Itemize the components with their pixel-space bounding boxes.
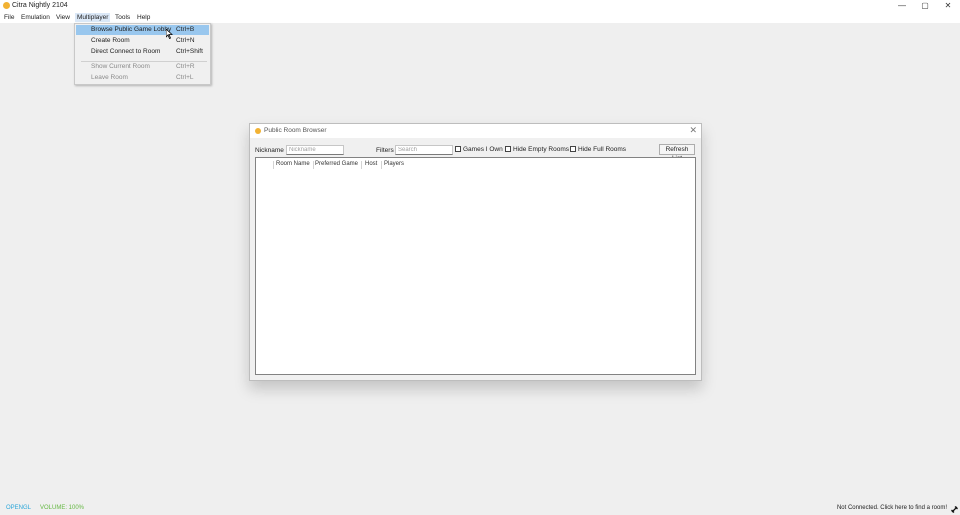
status-bar: OPENGL VOLUME: 100% Not Connected. Click… — [0, 503, 960, 515]
column-separator — [313, 161, 314, 169]
menu-leave-room[interactable]: Leave Room Ctrl+L — [76, 73, 209, 83]
column-separator — [381, 161, 382, 169]
menu-file[interactable]: File — [2, 13, 16, 22]
hide-empty-rooms-checkbox[interactable]: Hide Empty Rooms — [505, 145, 569, 155]
checkbox-label: Games I Own — [463, 146, 503, 153]
menu-direct-connect[interactable]: Direct Connect to Room Ctrl+Shift — [76, 47, 209, 57]
menu-item-label: Leave Room — [91, 74, 128, 81]
window-titlebar: Citra Nightly 2104 — ▢ ✕ — [0, 0, 960, 12]
column-header-players[interactable]: Players — [384, 160, 404, 169]
menubar: File Emulation View Multiplayer Tools He… — [0, 12, 960, 23]
menu-show-current-room[interactable]: Show Current Room Ctrl+R — [76, 62, 209, 72]
checkbox-label: Hide Full Rooms — [578, 146, 627, 153]
nickname-label: Nickname — [255, 147, 284, 154]
checkbox-label: Hide Empty Rooms — [513, 146, 569, 153]
menu-view[interactable]: View — [54, 13, 72, 22]
search-input[interactable] — [395, 145, 453, 155]
connection-status-link[interactable]: Not Connected. Click here to find a room… — [837, 505, 947, 511]
menu-item-shortcut: Ctrl+B — [176, 26, 195, 33]
menu-item-shortcut: Ctrl+N — [176, 37, 195, 44]
menu-item-label: Create Room — [91, 37, 130, 44]
menu-item-label: Browse Public Game Lobby — [91, 26, 172, 33]
column-separator — [273, 161, 274, 169]
citra-logo-icon — [255, 128, 261, 134]
citra-logo-icon — [3, 2, 10, 9]
refresh-list-button[interactable]: Refresh List — [659, 144, 695, 162]
room-list[interactable]: Room Name Preferred Game Host Players — [255, 157, 696, 375]
network-disconnected-icon[interactable] — [951, 506, 958, 513]
dialog-titlebar: Public Room Browser ✕ — [250, 124, 701, 138]
volume-status: VOLUME: 100% — [40, 505, 85, 511]
menu-multiplayer[interactable]: Multiplayer — [75, 13, 111, 22]
multiplayer-dropdown: Browse Public Game Lobby Ctrl+B Create R… — [74, 23, 211, 85]
menu-help[interactable]: Help — [135, 13, 152, 22]
public-room-browser-dialog: Public Room Browser ✕ Nickname Filters G… — [249, 123, 702, 381]
checkbox-box — [505, 146, 511, 152]
maximize-button[interactable]: ▢ — [914, 0, 936, 12]
menu-item-shortcut: Ctrl+L — [176, 74, 194, 81]
menu-item-label: Direct Connect to Room — [91, 48, 161, 55]
column-separator — [361, 161, 362, 169]
menu-item-shortcut: Ctrl+Shift — [176, 48, 203, 55]
menu-create-room[interactable]: Create Room Ctrl+N — [76, 36, 209, 46]
column-header-preferred-game[interactable]: Preferred Game — [315, 160, 358, 169]
dialog-title: Public Room Browser — [264, 127, 327, 134]
checkbox-box — [455, 146, 461, 152]
minimize-button[interactable]: — — [891, 0, 913, 12]
dialog-close-icon[interactable]: ✕ — [689, 125, 697, 136]
hide-full-rooms-checkbox[interactable]: Hide Full Rooms — [570, 145, 626, 155]
menu-item-shortcut: Ctrl+R — [176, 63, 195, 70]
menu-browse-public-lobby[interactable]: Browse Public Game Lobby Ctrl+B — [76, 25, 209, 35]
checkbox-box — [570, 146, 576, 152]
nickname-input[interactable] — [286, 145, 344, 155]
column-header-room-name[interactable]: Room Name — [276, 160, 310, 169]
menu-emulation[interactable]: Emulation — [19, 13, 52, 22]
window-title: Citra Nightly 2104 — [12, 2, 68, 9]
menu-item-label: Show Current Room — [91, 63, 150, 70]
column-header-host[interactable]: Host — [365, 160, 377, 169]
renderer-status: OPENGL — [6, 505, 32, 511]
filters-label: Filters — [376, 147, 394, 154]
close-button[interactable]: ✕ — [937, 0, 959, 12]
games-i-own-checkbox[interactable]: Games I Own — [455, 145, 503, 155]
mouse-cursor-icon — [165, 28, 174, 41]
menu-tools[interactable]: Tools — [113, 13, 132, 22]
